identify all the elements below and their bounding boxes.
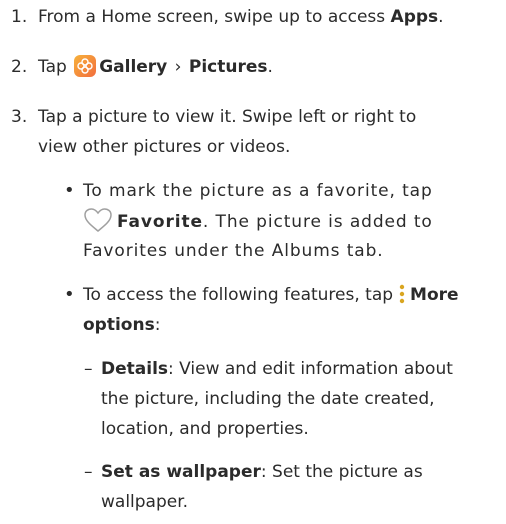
details-line-2: the picture, including the date created, (101, 389, 435, 409)
pictures-label: Pictures (188, 57, 268, 77)
set-as-wallpaper-label: Set as wallpaper (101, 462, 261, 482)
bullet-marker: • (64, 180, 75, 201)
favorite-line-3: Favorites under the Albums tab. (83, 241, 384, 261)
options-label: options (83, 315, 155, 335)
step-2-text: Tap Gallery › Pictures. (38, 55, 273, 77)
step-number: 2. (11, 57, 28, 77)
step-1-text: From a Home screen, swipe up to access A… (38, 7, 444, 27)
more-line-1: To access the following features, tap Mo… (83, 283, 459, 305)
step-3-line-2: view other pictures or videos. (38, 137, 291, 157)
step-number: 3. (11, 107, 28, 127)
details-line-3: location, and properties. (101, 419, 309, 439)
favorite-line-1: To mark the picture as a favorite, tap (83, 181, 433, 201)
favorite-line-2: Favorite. The picture is added to (83, 207, 433, 236)
bullet-marker: • (64, 284, 75, 305)
gallery-icon (74, 55, 97, 77)
dash-marker: – (84, 359, 93, 379)
gallery-label: Gallery (99, 57, 168, 77)
details-line-1: Details: View and edit information about (101, 359, 453, 379)
more-options-icon (397, 283, 407, 305)
wallpaper-line-1: Set as wallpaper: Set the picture as (101, 462, 423, 482)
step-number: 1. (11, 7, 28, 27)
step-3-line-1: Tap a picture to view it. Swipe left or … (38, 107, 417, 127)
details-label: Details (101, 359, 169, 379)
dash-marker: – (84, 462, 93, 482)
more-line-2: options: (83, 315, 161, 335)
more-label: More (410, 285, 459, 305)
wallpaper-line-2: wallpaper. (101, 492, 189, 512)
heart-icon (83, 207, 113, 233)
apps-label: Apps (390, 7, 439, 27)
favorite-label: Favorite (117, 212, 203, 232)
